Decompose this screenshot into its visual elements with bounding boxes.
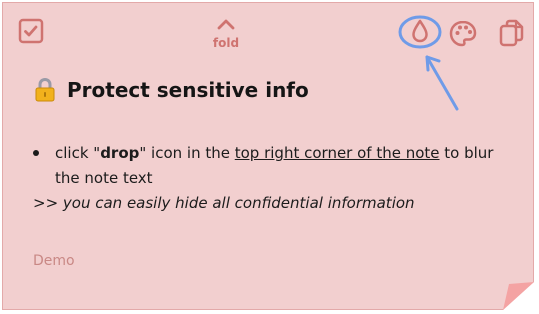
pointer-arrow-icon	[425, 55, 459, 111]
water-drop-icon	[412, 19, 428, 43]
drop-button[interactable]	[398, 14, 442, 50]
checkbox-check-icon	[18, 18, 44, 44]
fold-button[interactable]: fold	[201, 17, 251, 53]
bullet-bold-word: drop	[100, 144, 140, 162]
lock-icon	[35, 77, 55, 102]
drop-highlight-ring	[398, 15, 442, 49]
note-tag[interactable]: Demo	[33, 253, 75, 269]
check-button[interactable]	[17, 17, 47, 47]
palette-icon	[449, 20, 477, 47]
list-item: click "drop" icon in the top right corne…	[33, 141, 503, 191]
note-title-row: Protect sensitive info	[34, 77, 309, 103]
chevron-up-icon	[217, 19, 235, 30]
hint-text: >> you can easily hide all confidential …	[33, 194, 415, 212]
bullet-underlined-text: top right corner of the note	[234, 144, 440, 162]
sticky-note: fold Protect sensitive info click "drop"…	[2, 2, 534, 310]
note-body: click "drop" icon in the top right corne…	[33, 141, 503, 216]
copy-button[interactable]	[497, 17, 527, 49]
palette-button[interactable]	[447, 18, 479, 50]
folded-corner	[503, 282, 534, 310]
bullet-dot	[33, 150, 39, 156]
copy-icon	[499, 19, 524, 47]
bullet-text-prefix: click "	[55, 144, 101, 162]
fold-label: fold	[212, 36, 240, 50]
note-title: Protect sensitive info	[67, 78, 309, 102]
bullet-text-middle: " icon in the	[139, 144, 235, 162]
